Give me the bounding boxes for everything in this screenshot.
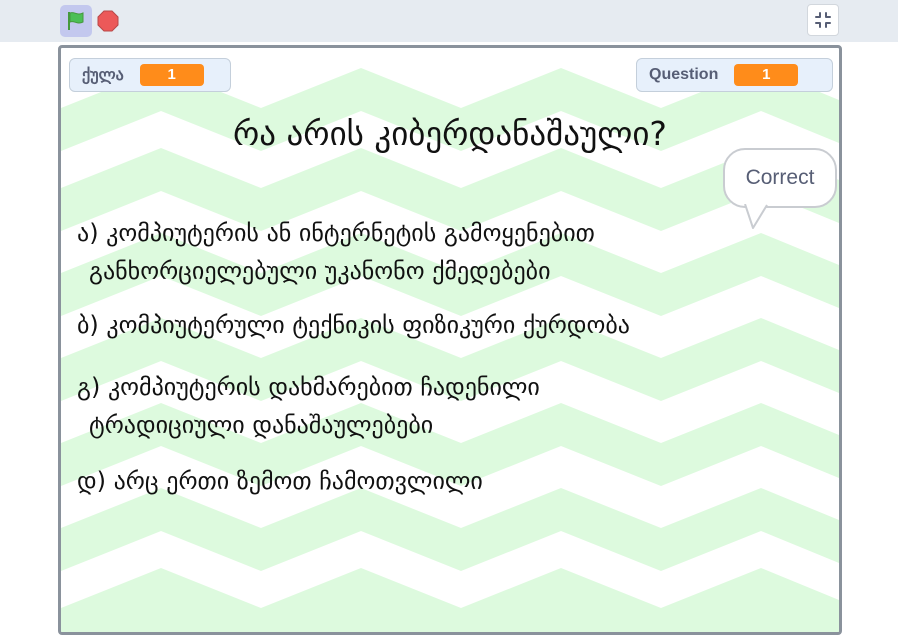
- speech-bubble: Correct: [723, 148, 837, 208]
- answer-c-line2: ტრადიციული დანაშაულებები: [89, 411, 434, 439]
- answer-a-line2: განხორციელებული უკანონო ქმედებები: [89, 257, 551, 285]
- answer-option-d[interactable]: დ) არც ერთი ზემოთ ჩამოთვლილი: [77, 462, 483, 500]
- answer-option-b[interactable]: ბ) კომპიუტერული ტექნიკის ფიზიკური ქურდობ…: [77, 306, 630, 344]
- answer-b-line1: ბ) კომპიუტერული ტექნიკის ფიზიკური ქურდობ…: [77, 311, 630, 339]
- score-monitor-value: 1: [139, 64, 204, 86]
- green-flag-icon: [68, 12, 84, 30]
- answer-c-line1: გ) კომპიუტერის დახმარებით ჩადენილი: [77, 373, 540, 401]
- score-monitor: ქულა 1: [69, 58, 231, 92]
- stage-controls-bar: [0, 0, 898, 42]
- quiz-question: რა არის კიბერდანაშაული?: [233, 114, 667, 153]
- stop-button[interactable]: [96, 9, 120, 33]
- answer-option-a[interactable]: ა) კომპიუტერის ან ინტერნეტის გამოყენებით…: [77, 214, 595, 290]
- green-flag-button[interactable]: [60, 5, 92, 37]
- answer-d-line1: დ) არც ერთი ზემოთ ჩამოთვლილი: [77, 467, 483, 495]
- question-monitor-value: 1: [734, 64, 799, 86]
- answer-a-line1: ა) კომპიუტერის ან ინტერნეტის გამოყენებით: [77, 219, 595, 247]
- answer-option-c[interactable]: გ) კომპიუტერის დახმარებით ჩადენილი ტრადი…: [77, 368, 540, 444]
- speech-bubble-tail: [744, 204, 768, 229]
- question-monitor-label: Question: [649, 66, 719, 83]
- stage[interactable]: ქულა 1 Question 1 რა არის კიბერდანაშაული…: [58, 45, 842, 635]
- score-monitor-label: ქულა: [82, 67, 124, 84]
- exit-fullscreen-button[interactable]: [807, 4, 839, 36]
- exit-fullscreen-icon: [815, 12, 831, 28]
- question-monitor: Question 1: [636, 58, 833, 92]
- stop-icon: [97, 10, 119, 32]
